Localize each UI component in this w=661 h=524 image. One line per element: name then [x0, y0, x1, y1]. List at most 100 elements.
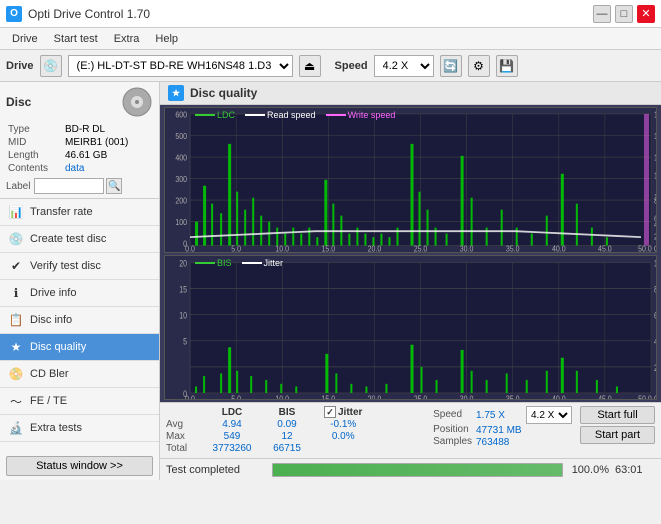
nav-extra-tests-label: Extra tests [30, 422, 82, 434]
mid-row: MID MEIRB1 (001) [8, 137, 151, 148]
svg-text:6%: 6% [654, 310, 656, 320]
label-text: Label [6, 181, 30, 192]
drive-select[interactable]: (E:) HL-DT-ST BD-RE WH16NS48 1.D3 [68, 55, 293, 77]
refresh-button[interactable]: 🔄 [440, 55, 462, 77]
speed-select[interactable]: 4.2 X [374, 55, 434, 77]
total-label: Total [166, 443, 204, 455]
toolbar: Drive 💿 (E:) HL-DT-ST BD-RE WH16NS48 1.D… [0, 50, 661, 82]
length-row: Length 46.61 GB [8, 150, 151, 161]
svg-text:45.0: 45.0 [598, 244, 612, 252]
nav-drive-info[interactable]: ℹ Drive info [0, 280, 159, 307]
close-button[interactable]: ✕ [637, 5, 655, 23]
fe-te-icon: 〜 [8, 393, 24, 409]
progress-time: 63:01 [615, 464, 655, 476]
title-bar: O Opti Drive Control 1.70 — □ ✕ [0, 0, 661, 28]
nav-verify-test-disc-label: Verify test disc [30, 260, 101, 272]
svg-text:35.0: 35.0 [506, 394, 520, 399]
right-stats-table: Speed 1.75 X 4.2 X Position 47731 MB [433, 406, 572, 448]
speed-label: Speed [335, 60, 368, 72]
label-input[interactable] [34, 178, 104, 194]
menu-help[interactable]: Help [147, 31, 186, 47]
jitter-header: Jitter [338, 407, 362, 418]
menu-bar: Drive Start test Extra Help [0, 28, 661, 50]
nav-fe-te[interactable]: 〜 FE / TE [0, 388, 159, 415]
nav-disc-info[interactable]: 📋 Disc info [0, 307, 159, 334]
chart2-legend: BIS Jitter [195, 258, 283, 268]
svg-text:4X: 4X [654, 220, 656, 230]
menu-drive[interactable]: Drive [4, 31, 46, 47]
svg-text:8%: 8% [654, 284, 656, 294]
chart2: BIS Jitter [164, 255, 657, 401]
total-ldc: 3773260 [204, 443, 264, 455]
svg-text:25.0: 25.0 [414, 394, 428, 399]
svg-text:2X: 2X [654, 232, 656, 242]
nav-disc-info-label: Disc info [30, 314, 72, 326]
progress-bar [272, 463, 563, 477]
start-full-button[interactable]: Start full [580, 406, 655, 424]
svg-text:5.0: 5.0 [231, 394, 241, 399]
app-icon: O [6, 6, 22, 22]
menu-extra[interactable]: Extra [106, 31, 148, 47]
settings-button[interactable]: ⚙ [468, 55, 490, 77]
nav-create-test-disc-label: Create test disc [30, 233, 106, 245]
drive-label: Drive [6, 60, 34, 72]
svg-text:8X: 8X [654, 196, 656, 206]
cd-bler-icon: 📀 [8, 366, 24, 382]
status-window-button[interactable]: Status window >> [6, 456, 153, 476]
svg-text:100: 100 [175, 218, 187, 228]
progress-percent: 100.0% [569, 464, 609, 476]
max-row: Max 549 12 0.0% [166, 431, 366, 443]
legend-ldc: LDC [195, 110, 235, 120]
position-label: Position [433, 424, 476, 436]
transfer-rate-icon: 📊 [8, 204, 24, 220]
svg-text:600: 600 [175, 110, 187, 120]
eject-button[interactable]: ⏏ [299, 55, 321, 77]
legend-bis: BIS [195, 258, 232, 268]
start-part-button[interactable]: Start part [580, 426, 655, 444]
nav-disc-quality[interactable]: ★ Disc quality [0, 334, 159, 361]
title-bar-left: O Opti Drive Control 1.70 [6, 6, 150, 22]
disc-quality-header: ★ Disc quality [160, 82, 661, 105]
svg-text:15.0: 15.0 [322, 394, 336, 399]
svg-text:15: 15 [179, 284, 187, 294]
svg-text:10.0: 10.0 [275, 394, 289, 399]
svg-text:10: 10 [179, 310, 187, 320]
stats-area: LDC BIS ✓ Jitter Avg 4.94 0.0 [160, 402, 661, 458]
samples-row: Samples 763488 [433, 436, 572, 448]
speed-info-row: Speed 1.75 X 4.2 X [433, 406, 572, 424]
label-button[interactable]: 🔍 [106, 178, 122, 194]
disc-title: Disc [6, 95, 31, 109]
svg-text:10%: 10% [654, 258, 656, 268]
nav-verify-test-disc[interactable]: ✔ Verify test disc [0, 253, 159, 280]
save-button[interactable]: 💾 [496, 55, 518, 77]
chart1: LDC Read speed Write speed [164, 107, 657, 253]
drive-info-icon: ℹ [8, 285, 24, 301]
main-content: Disc Type BD-R DL MID MEIRB1 (001) [0, 82, 661, 480]
jitter-checkbox[interactable]: ✓ [324, 406, 336, 418]
disc-section: Disc Type BD-R DL MID MEIRB1 (001) [0, 82, 159, 199]
app-title: Opti Drive Control 1.70 [28, 7, 150, 21]
minimize-button[interactable]: — [593, 5, 611, 23]
disc-header: Disc [6, 86, 153, 118]
menu-start-test[interactable]: Start test [46, 31, 106, 47]
nav-drive-info-label: Drive info [30, 287, 76, 299]
nav-transfer-rate[interactable]: 📊 Transfer rate [0, 199, 159, 226]
total-bis: 66715 [264, 443, 314, 455]
speed-info-label: Speed [433, 406, 476, 424]
samples-value: 763488 [476, 436, 526, 448]
nav-create-test-disc[interactable]: 💿 Create test disc [0, 226, 159, 253]
maximize-button[interactable]: □ [615, 5, 633, 23]
right-panel: ★ Disc quality LDC Read speed [160, 82, 661, 480]
svg-text:30.0: 30.0 [460, 394, 474, 399]
svg-text:2%: 2% [654, 362, 656, 372]
verify-test-disc-icon: ✔ [8, 258, 24, 274]
nav-extra-tests[interactable]: 🔬 Extra tests [0, 415, 159, 442]
quality-speed-select[interactable]: 4.2 X [526, 406, 572, 424]
nav-cd-bler[interactable]: 📀 CD Bler [0, 361, 159, 388]
svg-text:0.0: 0.0 [185, 394, 195, 399]
total-row: Total 3773260 66715 [166, 443, 366, 455]
svg-text:300: 300 [175, 175, 187, 185]
create-test-disc-icon: 💿 [8, 231, 24, 247]
speed-info-value: 1.75 X [476, 406, 526, 424]
svg-text:45.0: 45.0 [598, 394, 612, 399]
